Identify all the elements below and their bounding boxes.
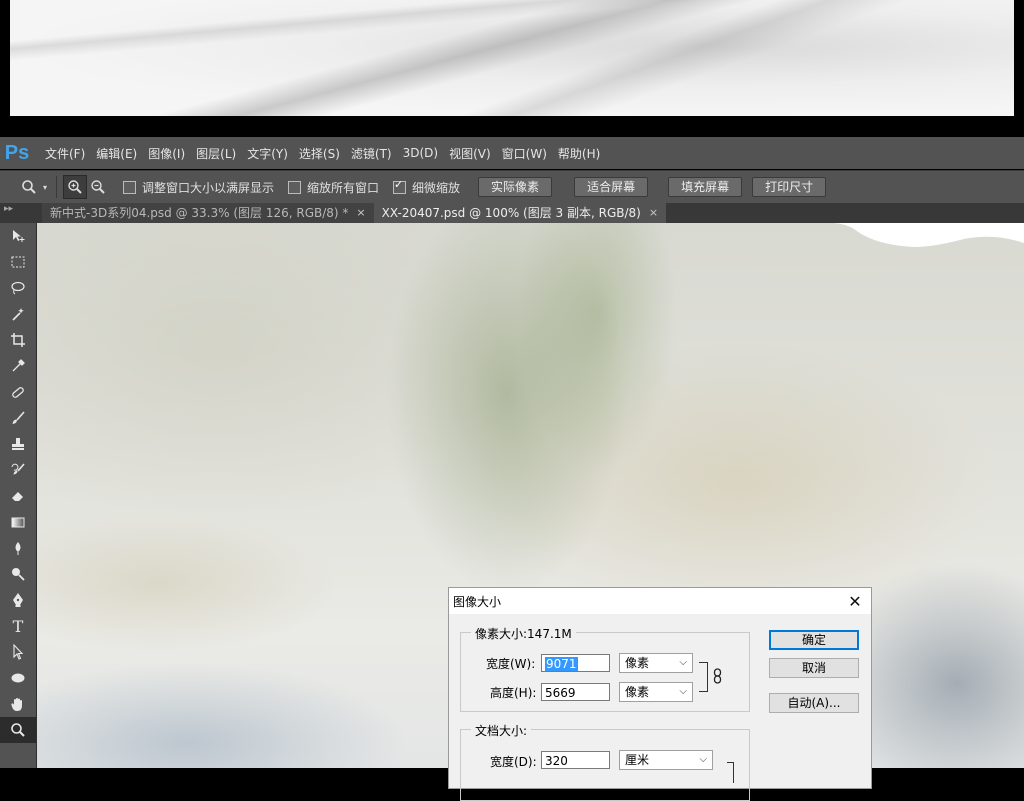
menu-file[interactable]: 文件(F)	[45, 145, 85, 162]
image-size-dialog: 图像大小 ✕ 像素大小:147.1M 宽度(W): 9071 像素 ⌵ 高度(H…	[448, 587, 872, 801]
scrubby-zoom-option[interactable]: 细微缩放	[393, 178, 461, 196]
photoshop-logo: Ps	[4, 141, 30, 164]
dialog-close-icon[interactable]: ✕	[845, 592, 865, 611]
actual-pixels-button[interactable]: 实际像素	[478, 177, 553, 197]
width-value: 9071	[545, 657, 578, 671]
menu-type[interactable]: 文字(Y)	[247, 145, 288, 162]
menu-select[interactable]: 选择(S)	[299, 145, 340, 162]
eraser-icon[interactable]	[0, 483, 36, 509]
blur-icon[interactable]	[0, 535, 36, 561]
doc-width-label: 宽度(D):	[490, 755, 537, 769]
healing-brush-icon[interactable]	[0, 379, 36, 405]
resize-windows-option[interactable]: 调整窗口大小以满屏显示	[123, 179, 274, 196]
zoom-in-icon[interactable]	[63, 175, 87, 199]
pen-icon[interactable]	[0, 587, 36, 613]
tab-document-1-title: 新中式-3D系列04.psd @ 33.3% (图层 126, RGB/8) *	[50, 206, 349, 220]
document-tab-bar: ▸▸ 新中式-3D系列04.psd @ 33.3% (图层 126, RGB/8…	[0, 203, 1024, 223]
zoom-all-windows-checkbox[interactable]	[288, 180, 302, 194]
marquee-icon[interactable]	[0, 249, 36, 275]
width-unit-select[interactable]: 像素 ⌵	[619, 653, 693, 673]
menu-3d[interactable]: 3D(D)	[403, 146, 438, 160]
history-brush-icon[interactable]	[0, 457, 36, 483]
eyedropper-icon[interactable]	[0, 353, 36, 379]
menu-bar: Ps 文件(F) 编辑(E) 图像(I) 图层(L) 文字(Y) 选择(S) 滤…	[0, 137, 1024, 169]
doc-width-unit-select[interactable]: 厘米 ⌵	[619, 750, 713, 770]
chevron-down-icon: ⌵	[679, 657, 687, 668]
fit-screen-button[interactable]: 适合屏幕	[574, 177, 649, 197]
menu-window[interactable]: 窗口(W)	[502, 145, 547, 162]
tab-document-1-close-icon[interactable]: ×	[356, 203, 365, 223]
auto-button[interactable]: 自动(A)...	[769, 693, 859, 713]
cancel-button[interactable]: 取消	[769, 658, 859, 678]
chain-link-icon[interactable]	[713, 668, 723, 687]
menu-filter[interactable]: 滤镜(T)	[351, 145, 392, 162]
preset-dropdown-icon[interactable]: ▾	[40, 176, 50, 198]
marble-preview-image	[10, 0, 1014, 116]
tab-document-2-title: XX-20407.psd @ 100% (图层 3 副本, RGB/8)	[381, 206, 641, 220]
scrubby-zoom-checkbox[interactable]	[393, 178, 407, 194]
move-icon[interactable]	[0, 223, 36, 249]
type-icon[interactable]: T	[0, 613, 36, 639]
ok-button[interactable]: 确定	[769, 630, 859, 650]
print-size-button[interactable]: 打印尺寸	[752, 177, 827, 197]
canvas-white-shape	[834, 223, 1024, 247]
height-label: 高度(H):	[490, 686, 537, 700]
magic-wand-icon[interactable]	[0, 301, 36, 327]
height-unit-value: 像素	[625, 685, 650, 699]
tab-document-1[interactable]: 新中式-3D系列04.psd @ 33.3% (图层 126, RGB/8) *…	[42, 203, 374, 223]
tab-document-2-close-icon[interactable]: ×	[649, 203, 658, 223]
tools-panel: T	[0, 223, 37, 768]
divider	[56, 176, 57, 198]
zoom-out-icon[interactable]	[87, 176, 109, 198]
width-label: 宽度(W):	[486, 657, 536, 671]
height-input[interactable]: 5669	[541, 683, 610, 701]
hand-icon[interactable]	[0, 691, 36, 717]
width-input[interactable]: 9071	[541, 654, 610, 672]
top-preview-frame	[0, 0, 1024, 131]
crop-icon[interactable]	[0, 327, 36, 353]
doc-constrain-bracket	[727, 762, 734, 783]
dialog-title: 图像大小	[453, 594, 502, 609]
options-bar: ▾ 调整窗口大小以满屏显示 缩放所有窗口 细微缩放 实际像素 适合屏幕 填充屏幕…	[0, 170, 1024, 204]
resize-windows-label: 调整窗口大小以满屏显示	[142, 180, 275, 195]
zoom-icon[interactable]	[0, 717, 36, 743]
stamp-icon[interactable]	[0, 431, 36, 457]
zoom-tool-preset-icon[interactable]	[18, 176, 40, 198]
doc-width-value: 320	[545, 754, 568, 768]
zoom-all-windows-option[interactable]: 缩放所有窗口	[288, 179, 379, 196]
dialog-titlebar: 图像大小 ✕	[449, 588, 871, 614]
menu-help[interactable]: 帮助(H)	[558, 145, 600, 162]
menu-edit[interactable]: 编辑(E)	[96, 145, 137, 162]
scrubby-zoom-label: 细微缩放	[412, 180, 461, 195]
doc-width-unit-value: 厘米	[625, 753, 650, 767]
lasso-icon[interactable]	[0, 275, 36, 301]
document-size-label: 文档大小:	[471, 722, 532, 739]
chevron-down-icon: ⌵	[679, 686, 687, 697]
dodge-icon[interactable]	[0, 561, 36, 587]
fill-screen-button[interactable]: 填充屏幕	[668, 177, 743, 197]
doc-width-input[interactable]: 320	[541, 751, 610, 769]
gradient-icon[interactable]	[0, 509, 36, 535]
tab-document-2[interactable]: XX-20407.psd @ 100% (图层 3 副本, RGB/8) ×	[373, 203, 667, 223]
width-unit-value: 像素	[625, 656, 650, 670]
chevron-down-icon: ⌵	[699, 754, 707, 765]
height-unit-select[interactable]: 像素 ⌵	[619, 682, 693, 702]
panel-collapse-icon[interactable]: ▸▸	[0, 203, 42, 223]
ellipse-icon[interactable]	[0, 665, 36, 691]
path-select-icon[interactable]	[0, 639, 36, 665]
pixel-dimensions-label: 像素大小:147.1M	[471, 625, 576, 642]
constrain-bracket	[699, 662, 708, 692]
menu-view[interactable]: 视图(V)	[449, 145, 491, 162]
menu-layer[interactable]: 图层(L)	[196, 145, 236, 162]
height-value: 5669	[545, 686, 576, 700]
menu-image[interactable]: 图像(I)	[148, 145, 185, 162]
brush-icon[interactable]	[0, 405, 36, 431]
zoom-all-windows-label: 缩放所有窗口	[307, 180, 380, 195]
resize-windows-checkbox[interactable]	[123, 180, 136, 194]
